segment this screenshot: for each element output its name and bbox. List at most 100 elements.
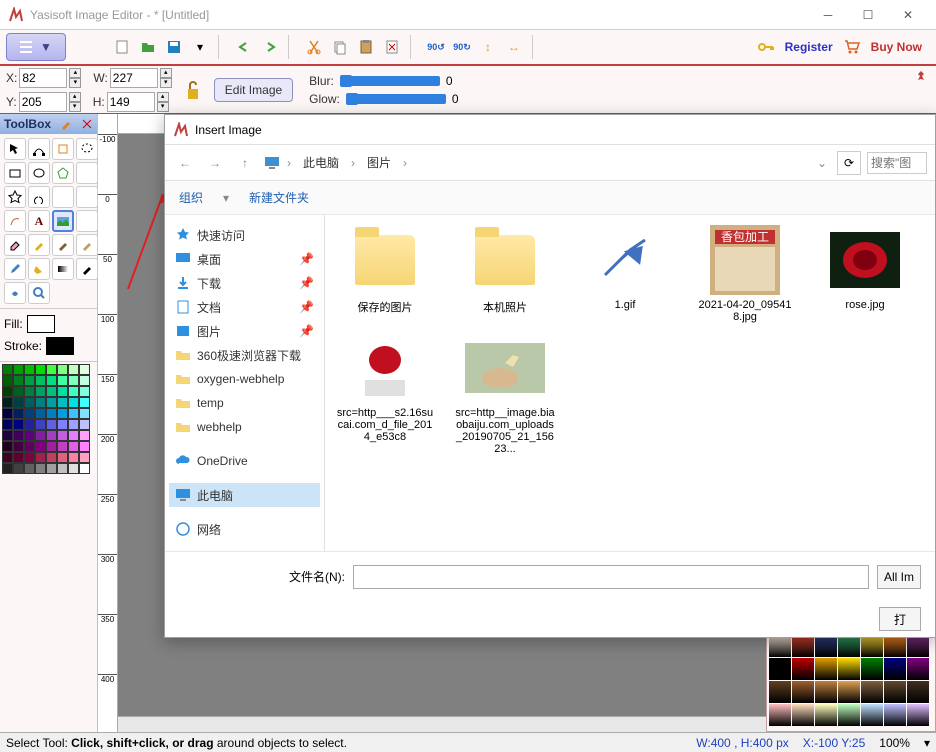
y-input[interactable] [19,92,67,112]
palette-color[interactable] [24,452,35,463]
file-src-biaobaiju[interactable]: src=http__image.biaobaiju.com_uploads_20… [455,333,555,455]
x-input[interactable] [19,68,67,88]
node-tool[interactable] [28,138,50,160]
heal-tool[interactable] [76,234,98,256]
file-camera-roll[interactable]: 本机照片 [455,225,555,323]
pattern-swatch[interactable] [884,658,906,680]
crumb-dropdown[interactable]: ⌄ [817,156,827,170]
palette-color[interactable] [46,452,57,463]
w-input[interactable] [110,68,158,88]
palette-color[interactable] [57,408,68,419]
flip-vertical-button[interactable]: ↕ [476,35,500,59]
pattern-swatch[interactable] [838,704,860,726]
palette-color[interactable] [35,463,46,474]
palette-color[interactable] [68,364,79,375]
palette-color[interactable] [2,397,13,408]
fill-swatch[interactable] [27,315,55,333]
palette-color[interactable] [24,408,35,419]
palette-color[interactable] [2,375,13,386]
image-tool[interactable] [52,210,74,232]
pattern-swatch[interactable] [884,681,906,703]
palette-color[interactable] [46,408,57,419]
save-button[interactable] [162,35,186,59]
zoom-dropdown[interactable]: ▾ [924,736,930,750]
palette-color[interactable] [46,419,57,430]
palette-color[interactable] [35,386,46,397]
palette-color[interactable] [13,452,24,463]
pattern-swatch[interactable] [884,635,906,657]
palette-color[interactable] [57,386,68,397]
palette-color[interactable] [24,397,35,408]
sidebar-360[interactable]: 360极速浏览器下载 [169,343,320,367]
flip-horizontal-button[interactable]: ↔ [502,35,526,59]
palette-color[interactable] [35,441,46,452]
pattern-swatch[interactable] [792,681,814,703]
palette-color[interactable] [2,386,13,397]
register-link[interactable]: Register [785,40,833,54]
rect-tool[interactable] [4,162,26,184]
pattern-swatch[interactable] [861,681,883,703]
palette-color[interactable] [57,463,68,474]
palette-color[interactable] [24,430,35,441]
palette-color[interactable] [13,397,24,408]
palette-color[interactable] [46,397,57,408]
file-rose[interactable]: rose.jpg [815,225,915,323]
palette-color[interactable] [79,463,90,474]
file-src-sucai[interactable]: src=http___s2.16sucai.com_d_file_2014_e5… [335,333,435,455]
star-tool[interactable] [4,186,26,208]
palette-color[interactable] [57,397,68,408]
palette-color[interactable] [68,375,79,386]
sidebar-temp[interactable]: temp [169,391,320,415]
filename-input[interactable] [353,565,869,589]
palette-color[interactable] [13,408,24,419]
palette-color[interactable] [57,375,68,386]
open-button[interactable]: 打 [879,607,921,631]
palette-color[interactable] [13,430,24,441]
pin-icon[interactable] [914,70,928,84]
blur-slider[interactable] [340,76,440,86]
palette-color[interactable] [35,419,46,430]
rotate-left-button[interactable]: 90↺ [424,35,448,59]
palette-color[interactable] [68,419,79,430]
palette-color[interactable] [68,408,79,419]
palette-color[interactable] [46,463,57,474]
palette-color[interactable] [57,441,68,452]
palette-color[interactable] [46,364,57,375]
close-button[interactable]: ✕ [888,0,928,30]
pattern-swatch[interactable] [792,658,814,680]
palette-color[interactable] [68,452,79,463]
palette-color[interactable] [24,375,35,386]
sidebar-onedrive[interactable]: OneDrive [169,449,320,473]
line-tool[interactable] [76,162,98,184]
polygon-tool[interactable] [52,162,74,184]
pattern-swatch[interactable] [769,635,791,657]
palette-color[interactable] [35,430,46,441]
open-file-button[interactable] [136,35,160,59]
palette-color[interactable] [2,364,13,375]
palette-color[interactable] [46,441,57,452]
palette-color[interactable] [68,397,79,408]
pattern-swatch[interactable] [861,635,883,657]
palette-color[interactable] [13,463,24,474]
file-20210420[interactable]: 香包加工2021-04-20_095418.jpg [695,225,795,323]
palette-color[interactable] [13,386,24,397]
lasso-tool[interactable] [76,138,98,160]
palette-color[interactable] [35,408,46,419]
gradient-tool[interactable] [52,258,74,280]
blank-tool-2[interactable] [76,186,98,208]
select-tool[interactable] [4,138,26,160]
blank-tool-3[interactable] [76,210,98,232]
new-file-button[interactable] [110,35,134,59]
dropper-tool[interactable] [4,258,26,280]
palette-color[interactable] [24,419,35,430]
palette-color[interactable] [46,430,57,441]
undo-button[interactable] [232,35,256,59]
nav-forward-button[interactable]: → [203,151,227,175]
pattern-swatch[interactable] [838,681,860,703]
pattern-swatch[interactable] [838,658,860,680]
main-menu-button[interactable]: ▼ [6,33,66,61]
search-input[interactable] [867,152,927,174]
pencil-tool[interactable] [28,234,50,256]
nav-back-button[interactable]: ← [173,151,197,175]
pattern-swatch[interactable] [861,704,883,726]
